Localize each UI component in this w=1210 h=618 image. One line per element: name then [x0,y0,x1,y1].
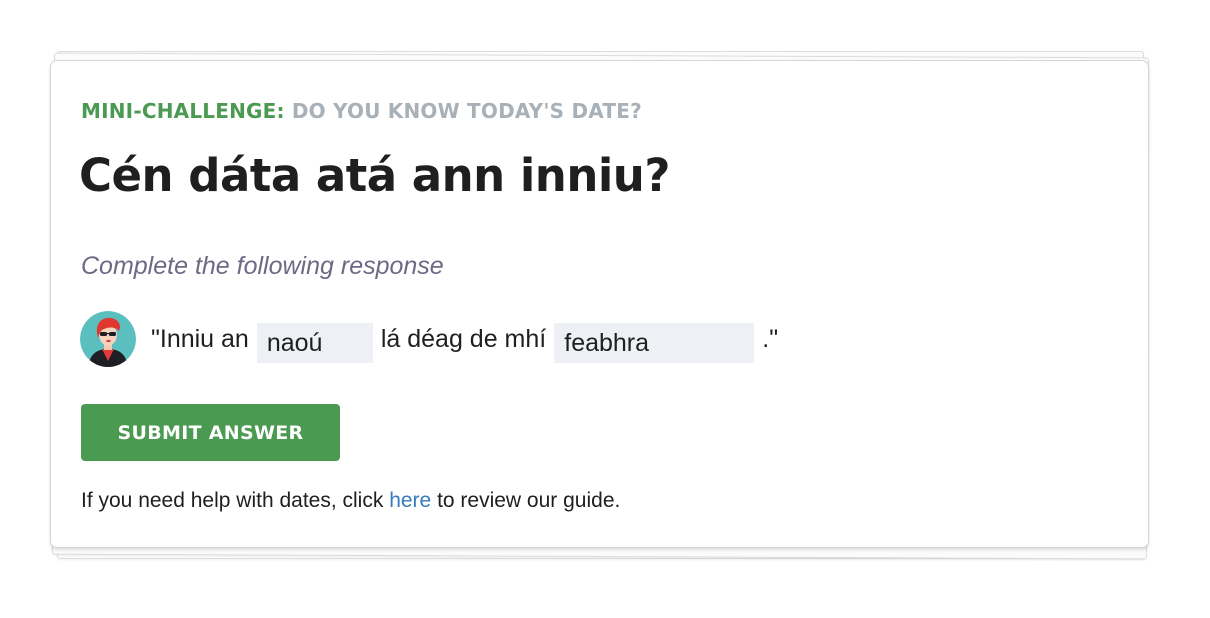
help-text-after: to review our guide. [437,489,621,512]
challenge-question: DO YOU KNOW TODAY'S DATE? [291,99,642,123]
help-text: If you need help with dates, click here … [81,489,620,513]
challenge-label: MINI-CHALLENGE: [81,99,285,123]
help-text-before: If you need help with dates, click [81,489,384,512]
response-middle-text: lá déag de mhí [380,324,547,353]
response-sentence: "Inniu an lá déag de mhí ." [80,309,778,369]
user-avatar-icon [80,311,136,367]
challenge-title: Cén dáta atá ann inniu? [79,149,670,202]
response-prefix-text: "Inniu an [151,324,249,353]
page: MINI-CHALLENGE: DO YOU KNOW TODAY'S DATE… [0,0,1210,618]
month-input[interactable] [554,323,755,363]
ordinal-day-input[interactable] [256,323,373,363]
challenge-eyebrow: MINI-CHALLENGE: DO YOU KNOW TODAY'S DATE… [81,99,642,123]
help-guide-link[interactable]: here [389,489,431,512]
challenge-card: MINI-CHALLENGE: DO YOU KNOW TODAY'S DATE… [50,60,1149,548]
response-suffix-text: ." [762,324,779,353]
challenge-instruction: Complete the following response [81,252,444,280]
submit-answer-button[interactable]: SUBMIT ANSWER [81,404,340,461]
